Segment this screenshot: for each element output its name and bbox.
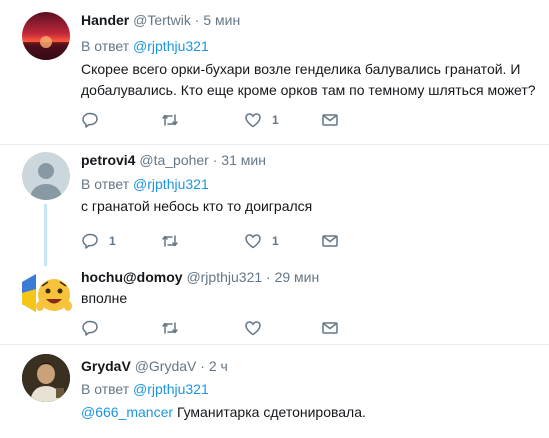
like-icon [245,113,261,128]
tweet-text: вполне [81,290,128,306]
timestamp[interactable]: 29 мин [275,269,320,285]
divider [0,144,549,145]
author-handle[interactable]: @rjpthju321 [186,269,262,285]
tweet-text: Скорее всего орки-бухари возле генделика… [81,61,536,98]
reply-button[interactable] [81,318,109,338]
tweet-hochu-domoy[interactable]: hochu@domoy @rjpthju321 · 29 мин вполне [0,260,549,344]
retweet-icon [162,114,178,126]
separator: · [266,269,271,285]
default-avatar-icon [30,163,62,200]
tweet-text: с гранатой небось кто то доигрался [81,198,313,214]
reply-icon [82,320,98,336]
like-icon [245,321,261,336]
reply-prefix: В ответ [81,176,130,192]
like-button[interactable]: 1 [244,231,279,251]
message-button[interactable] [321,231,339,251]
author-handle[interactable]: @ta_poher [139,152,208,168]
timestamp[interactable]: 31 мин [221,152,266,168]
avatar[interactable] [22,354,70,402]
thread-connector [44,204,47,260]
message-button[interactable] [321,318,339,338]
retweet-icon [162,322,178,334]
author-name[interactable]: GrydaV [81,358,131,374]
reply-button[interactable]: 1 [81,231,116,251]
message-button[interactable] [321,110,339,130]
tweet-hander[interactable]: Hander @Tertwik · 5 мин В ответ @rjpthju… [0,0,549,144]
retweet-button[interactable] [161,318,189,338]
author-name[interactable]: hochu@domoy [81,269,183,285]
like-button[interactable] [244,318,272,338]
like-button[interactable]: 1 [244,110,279,130]
like-count: 1 [272,234,279,248]
reply-context: В ответ @rjpthju321 [81,37,209,55]
reply-to-link[interactable]: @rjpthju321 [133,38,209,54]
tweet-petrovi4[interactable]: petrovi4 @ta_poher · 31 мин В ответ @rjp… [0,146,549,260]
author-handle[interactable]: @GrydaV [135,358,197,374]
reply-context: В ответ @rjpthju321 [81,380,209,398]
tweet-grydav[interactable]: GrydaV @GrydaV · 2 ч В ответ @rjpthju321… [0,346,549,438]
like-count: 1 [272,113,279,127]
reply-context: В ответ @rjpthju321 [81,175,209,193]
reply-to-link[interactable]: @rjpthju321 [133,381,209,397]
mention-link[interactable]: @666_mancer [81,404,173,420]
retweet-button[interactable] [161,231,189,251]
tweet-header: petrovi4 @ta_poher · 31 мин [81,151,266,169]
thread-connector [44,260,47,266]
reply-icon [82,112,98,128]
message-icon [322,322,338,334]
avatar[interactable] [22,152,70,200]
retweet-icon [162,235,178,247]
tweet-text: @666_mancer Гуманитарка сдетонировала. [81,402,541,423]
timestamp[interactable]: 2 ч [209,358,228,374]
avatar-sunset-image [22,36,70,60]
tweet-header: GrydaV @GrydaV · 2 ч [81,357,228,375]
separator: · [194,12,200,28]
separator: · [200,358,205,374]
like-icon [245,234,261,249]
separator: · [212,152,218,168]
tweet-header: hochu@domoy @rjpthju321 · 29 мин [81,268,319,286]
author-handle[interactable]: @Tertwik [133,12,191,28]
reply-prefix: В ответ [81,381,130,397]
tweet-body: Гуманитарка сдетонировала. [176,404,366,420]
reply-icon [82,233,98,249]
retweet-button[interactable] [161,110,189,130]
photo-avatar-image [22,354,70,402]
divider [0,344,549,345]
tweet-header: Hander @Tertwik · 5 мин [81,11,240,29]
avatar[interactable] [22,12,70,60]
reply-count: 1 [109,234,116,248]
avatar[interactable] [22,268,72,318]
smiley-avatar-image [22,274,72,312]
message-icon [322,235,338,247]
timestamp[interactable]: 5 мин [203,12,240,28]
author-name[interactable]: petrovi4 [81,152,135,168]
reply-to-link[interactable]: @rjpthju321 [133,176,209,192]
message-icon [322,114,338,126]
reply-prefix: В ответ [81,38,130,54]
author-name[interactable]: Hander [81,12,129,28]
reply-button[interactable] [81,110,109,130]
